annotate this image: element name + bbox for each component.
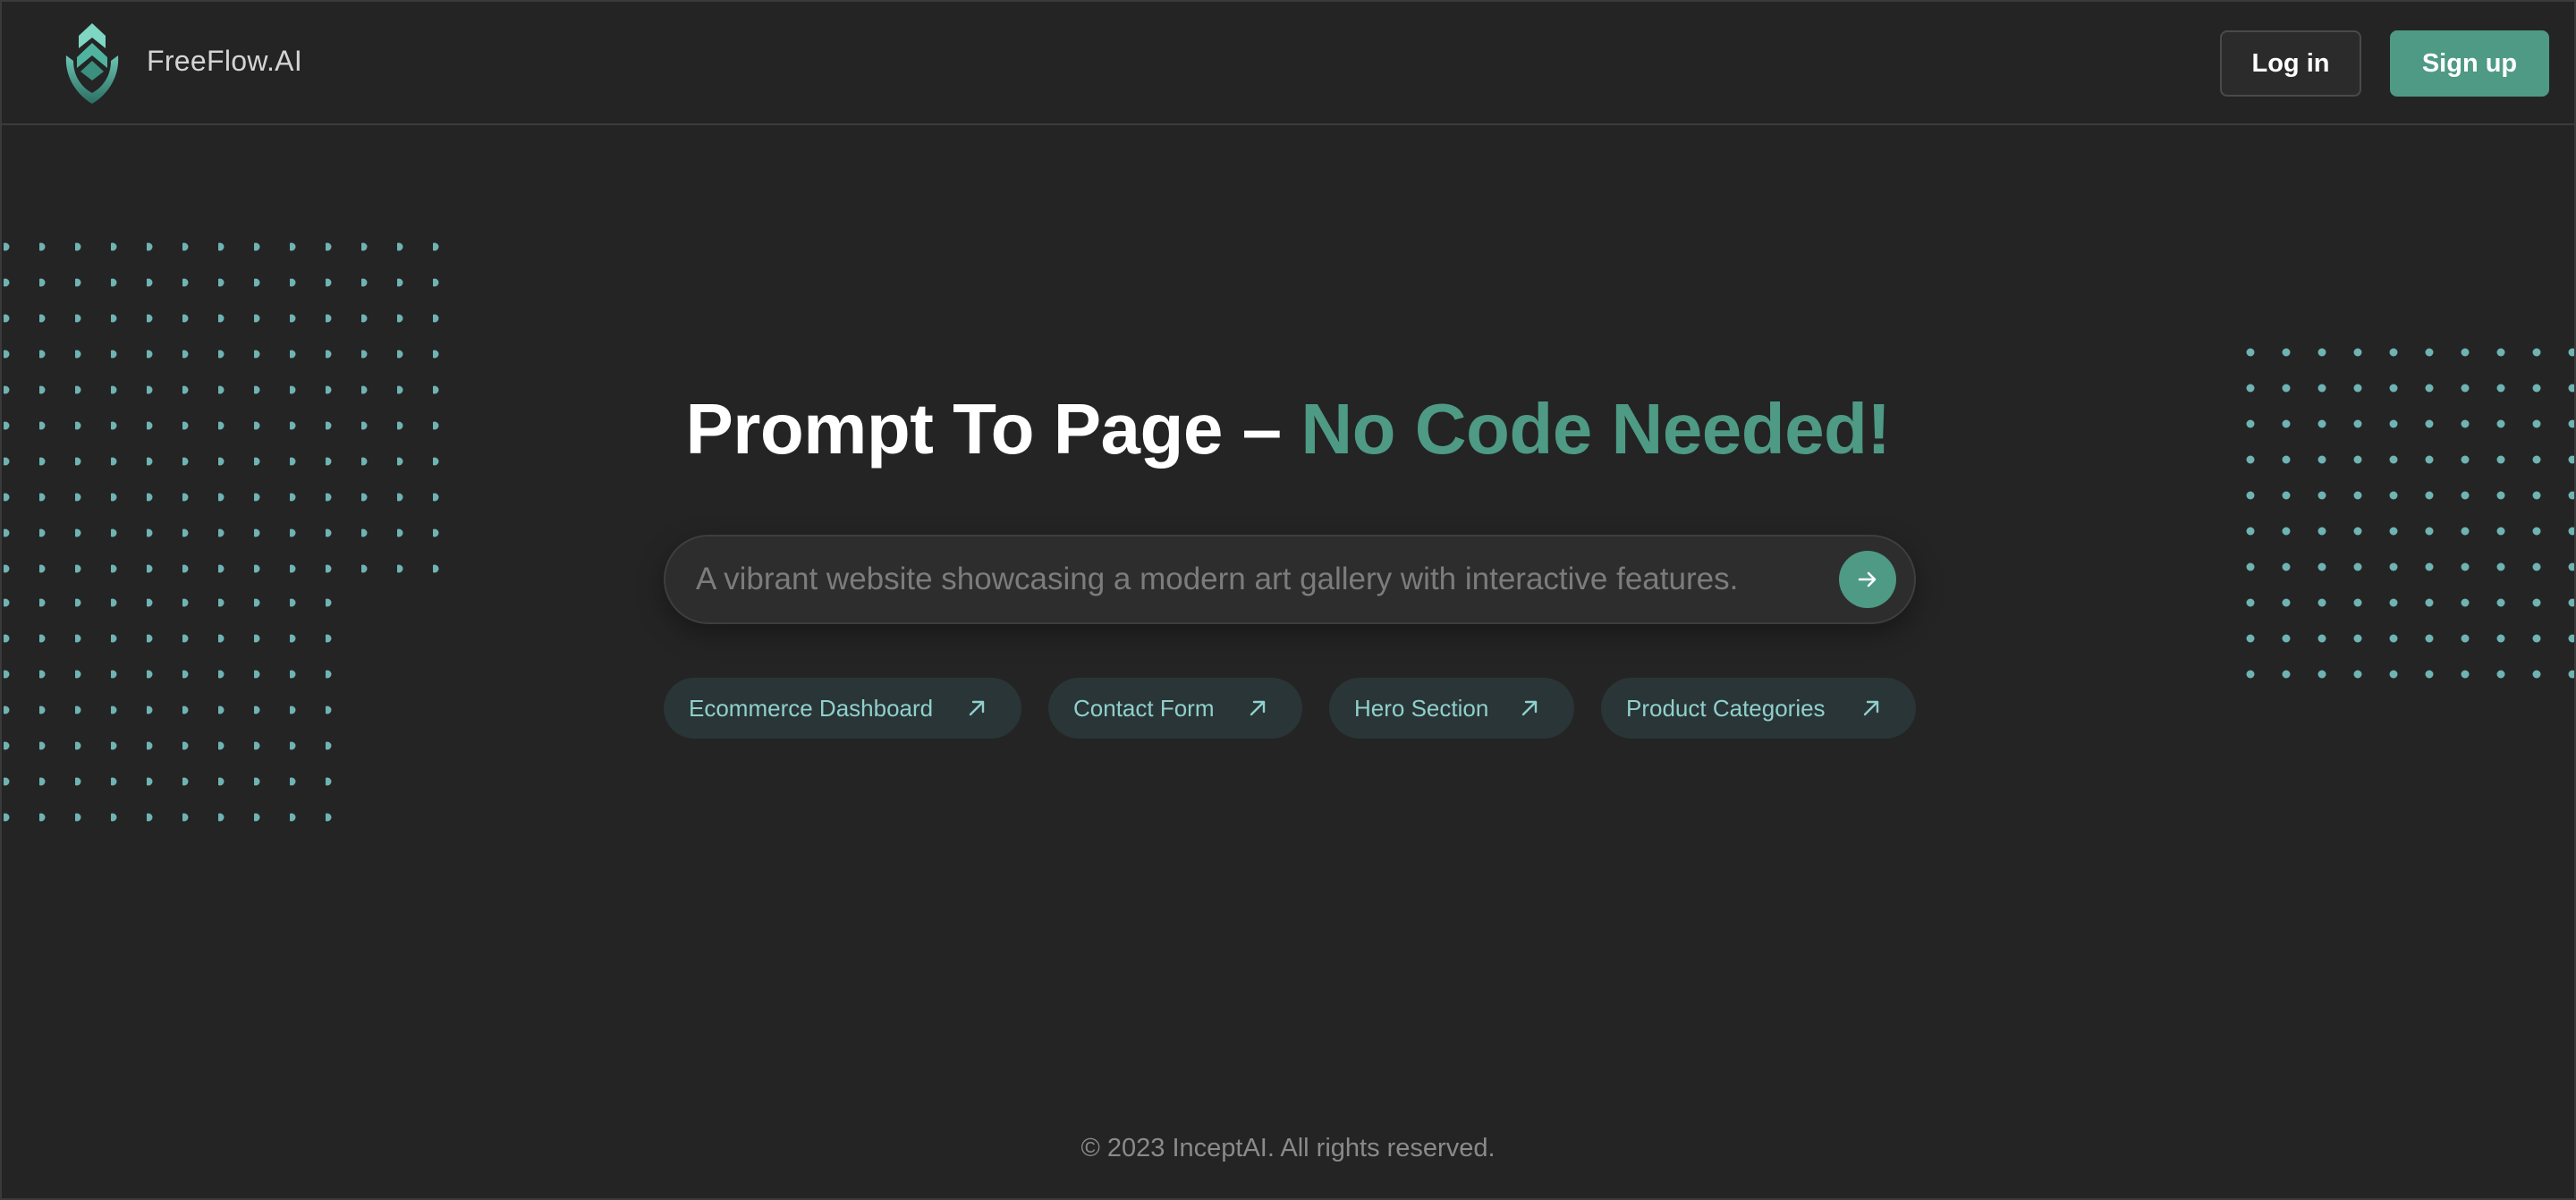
- arrow-up-right-icon: [1863, 700, 1879, 716]
- footer-copyright: © 2023 InceptAI. All rights reserved.: [1080, 1134, 1496, 1162]
- suggestion-chips: Ecommerce Dashboard Contact Form Hero Se…: [664, 678, 1916, 739]
- chip-label: Ecommerce Dashboard: [689, 694, 934, 722]
- headline-accent: No Code Needed!: [1301, 389, 1891, 469]
- submit-prompt-button[interactable]: [1839, 551, 1896, 608]
- arrow-up-right-icon: [969, 700, 985, 716]
- chip-label: Contact Form: [1073, 694, 1215, 722]
- suggestion-chip-hero-section[interactable]: Hero Section: [1329, 678, 1574, 739]
- page: FreeFlow.AI Log in Sign up Prompt To Pag…: [0, 0, 2576, 1200]
- chip-label: Hero Section: [1354, 694, 1489, 722]
- freeflow-logo-icon[interactable]: [61, 21, 123, 106]
- chip-label: Product Categories: [1626, 694, 1826, 722]
- headline-main: Prompt To Page –: [685, 389, 1301, 469]
- suggestion-chip-product-categories[interactable]: Product Categories: [1601, 678, 1916, 739]
- login-button[interactable]: Log in: [2220, 30, 2361, 97]
- top-navbar: FreeFlow.AI Log in Sign up: [2, 2, 2574, 125]
- arrow-up-right-icon: [1521, 700, 1538, 716]
- arrow-up-right-icon: [1250, 700, 1266, 716]
- brand-name[interactable]: FreeFlow.AI: [147, 45, 302, 78]
- dot-pattern-left-bottom: [2, 597, 342, 830]
- suggestion-chip-ecommerce-dashboard[interactable]: Ecommerce Dashboard: [664, 678, 1021, 739]
- signup-button[interactable]: Sign up: [2390, 30, 2549, 97]
- arrow-right-icon: [1858, 571, 1877, 587]
- prompt-search-bar: [664, 535, 1916, 624]
- hero-headline: Prompt To Page – No Code Needed!: [2, 388, 2574, 470]
- suggestion-chip-contact-form[interactable]: Contact Form: [1048, 678, 1302, 739]
- prompt-input[interactable]: [696, 537, 1787, 622]
